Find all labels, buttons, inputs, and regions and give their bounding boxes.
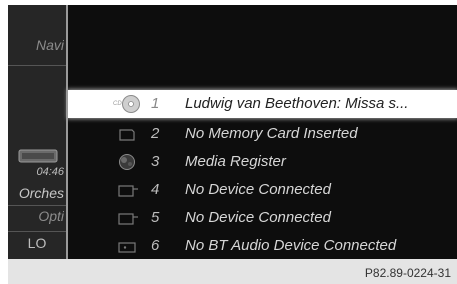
item-label: No Device Connected xyxy=(185,209,331,226)
clock: 04:46 xyxy=(36,166,64,178)
item-label: Media Register xyxy=(185,153,286,170)
item-label: No BT Audio Device Connected xyxy=(185,237,397,254)
side-divider xyxy=(8,231,66,232)
bluetooth-audio-icon xyxy=(118,242,136,253)
side-item-navi[interactable]: Navi xyxy=(8,37,64,53)
figure-caption: P82.89-0224-31 xyxy=(364,266,451,280)
usb-device-icon xyxy=(118,213,138,225)
side-item-track[interactable]: Orches xyxy=(8,185,64,201)
item-number: 1 xyxy=(151,95,160,112)
item-label: No Device Connected xyxy=(185,181,331,198)
item-number: 5 xyxy=(151,209,160,226)
side-divider xyxy=(8,205,66,206)
item-number: 4 xyxy=(151,181,160,198)
memory-card-icon xyxy=(119,129,135,141)
media-card-icon xyxy=(18,149,58,163)
list-item-5[interactable]: 5 No Device Connected xyxy=(68,204,457,232)
media-register-icon xyxy=(119,154,135,170)
list-item-2[interactable]: 2 No Memory Card Inserted xyxy=(68,120,457,148)
side-panel: Navi 04:46 Orches Opti LO xyxy=(8,5,66,259)
side-item-lo[interactable]: LO xyxy=(8,235,66,251)
side-item-options[interactable]: Opti xyxy=(8,208,64,224)
selection-dot xyxy=(82,99,87,104)
cd-disc-icon: CD xyxy=(113,95,140,113)
list-item-1[interactable]: CD 1 Ludwig van Beethoven: Missa s... xyxy=(68,90,457,118)
list-item-6[interactable]: 6 No BT Audio Device Connected xyxy=(68,232,457,259)
usb-device-icon xyxy=(118,185,138,197)
side-divider xyxy=(8,65,66,66)
screenshot: Navi 04:46 Orches Opti LO CD 1 Ludwig va… xyxy=(0,0,457,284)
list-item-4[interactable]: 4 No Device Connected xyxy=(68,176,457,204)
item-number: 6 xyxy=(151,237,160,254)
item-label: No Memory Card Inserted xyxy=(185,125,358,142)
item-number: 2 xyxy=(151,125,160,142)
media-display: Navi 04:46 Orches Opti LO CD 1 Ludwig va… xyxy=(8,5,457,259)
cd-badge: CD xyxy=(113,101,122,107)
list-item-3[interactable]: 3 Media Register xyxy=(68,148,457,176)
item-label: Ludwig van Beethoven: Missa s... xyxy=(185,95,409,112)
item-number: 3 xyxy=(151,153,160,170)
